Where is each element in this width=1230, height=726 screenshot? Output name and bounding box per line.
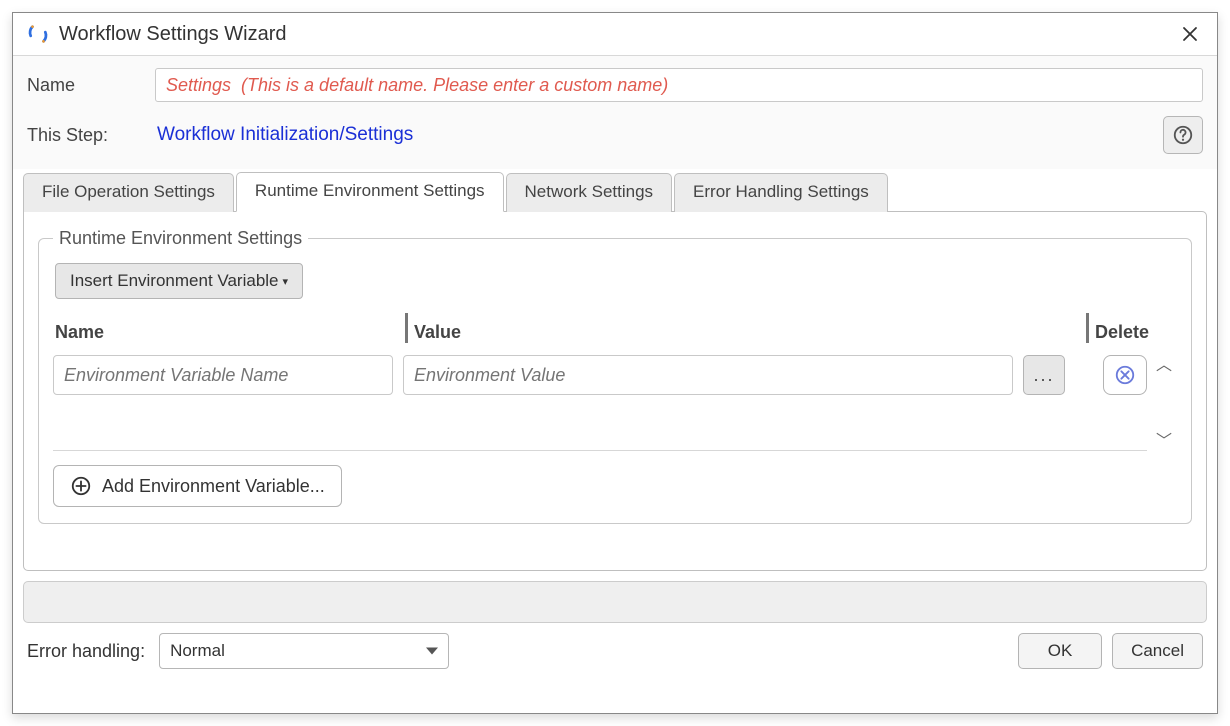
- error-handling-select[interactable]: Normal: [159, 633, 449, 669]
- titlebar: Workflow Settings Wizard: [13, 13, 1217, 56]
- tabs-area: File Operation Settings Runtime Environm…: [13, 169, 1217, 571]
- close-button[interactable]: [1177, 21, 1203, 47]
- env-name-input[interactable]: [53, 355, 393, 395]
- name-input[interactable]: [155, 68, 1203, 102]
- tab-runtime-environment[interactable]: Runtime Environment Settings: [236, 172, 504, 212]
- step-label: This Step:: [27, 125, 155, 146]
- delete-circle-icon: [1114, 364, 1136, 386]
- group-legend: Runtime Environment Settings: [53, 228, 308, 249]
- insert-env-var-label: Insert Environment Variable: [70, 271, 279, 291]
- help-icon: [1172, 124, 1194, 146]
- workflow-settings-dialog: Workflow Settings Wizard Name This Step:…: [12, 12, 1218, 714]
- status-band: [23, 581, 1207, 623]
- rows-inner: ...: [53, 351, 1147, 451]
- column-separator-icon: [405, 313, 408, 343]
- row-scroll: ︿ ﹀: [1151, 351, 1177, 451]
- scroll-down-button[interactable]: ﹀: [1156, 427, 1172, 451]
- runtime-env-group: Runtime Environment Settings Insert Envi…: [38, 228, 1192, 524]
- dropdown-caret-icon: ▾: [283, 275, 289, 288]
- footer: Error handling: Normal OK Cancel: [13, 623, 1217, 681]
- tab-file-operation[interactable]: File Operation Settings: [23, 173, 234, 212]
- close-icon: [1181, 25, 1199, 43]
- header-area: Name This Step: Workflow Initialization/…: [13, 56, 1217, 169]
- env-value-input[interactable]: [403, 355, 1013, 395]
- column-headers: Name Value Delete: [53, 309, 1177, 351]
- scroll-up-button[interactable]: ︿: [1156, 351, 1172, 375]
- env-var-row: ...: [53, 351, 1147, 405]
- app-logo-icon: [27, 23, 49, 45]
- add-env-var-label: Add Environment Variable...: [102, 476, 325, 497]
- col-value-header: Value: [414, 322, 1086, 343]
- col-delete-header: Delete: [1095, 322, 1175, 343]
- add-env-var-button[interactable]: Add Environment Variable...: [53, 465, 342, 507]
- name-label: Name: [27, 75, 155, 96]
- ok-button[interactable]: OK: [1018, 633, 1102, 669]
- help-button[interactable]: [1163, 116, 1203, 154]
- step-link[interactable]: Workflow Initialization/Settings: [155, 124, 413, 146]
- rows-wrap: ... ︿ ﹀: [53, 351, 1177, 451]
- dialog-title: Workflow Settings Wizard: [59, 23, 1177, 46]
- cancel-button[interactable]: Cancel: [1112, 633, 1203, 669]
- col-name-header: Name: [55, 322, 405, 343]
- column-separator-icon: [1086, 313, 1089, 343]
- tab-error-handling[interactable]: Error Handling Settings: [674, 173, 888, 212]
- value-browse-button[interactable]: ...: [1023, 355, 1065, 395]
- tabstrip: File Operation Settings Runtime Environm…: [23, 171, 1207, 211]
- tab-network[interactable]: Network Settings: [506, 173, 673, 212]
- error-handling-value: Normal: [170, 641, 225, 661]
- insert-env-var-button[interactable]: Insert Environment Variable ▾: [55, 263, 303, 299]
- error-handling-label: Error handling:: [27, 641, 145, 662]
- tab-body: Runtime Environment Settings Insert Envi…: [23, 211, 1207, 571]
- step-row: This Step: Workflow Initialization/Setti…: [27, 116, 1203, 154]
- plus-circle-icon: [70, 475, 92, 497]
- delete-row-button[interactable]: [1103, 355, 1147, 395]
- name-row: Name: [27, 68, 1203, 102]
